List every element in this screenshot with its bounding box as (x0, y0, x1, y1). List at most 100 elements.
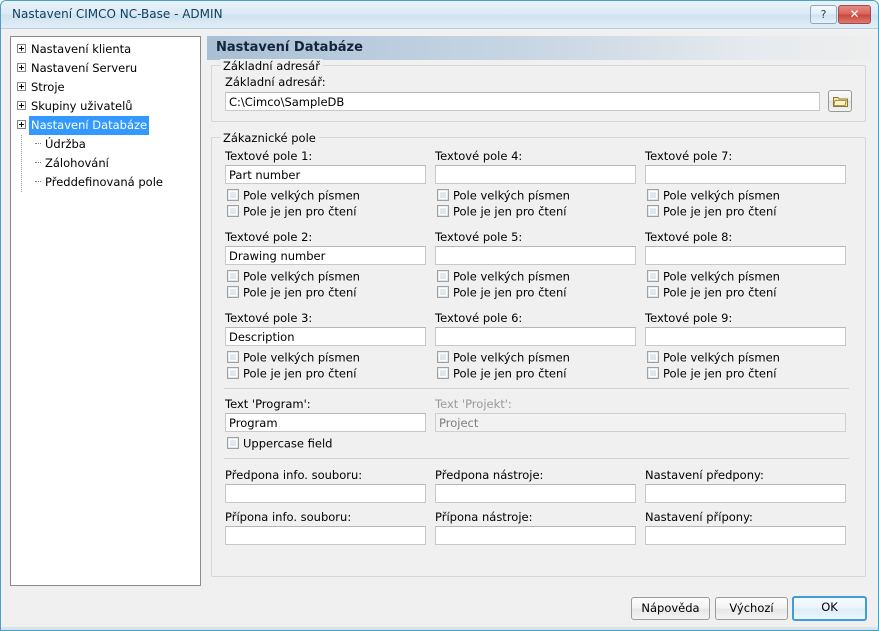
textfield-1-readonly-checkbox[interactable]: Pole je jen pro čtení (227, 204, 356, 219)
tree-item-label: Skupiny uživatelů (31, 99, 133, 113)
checkbox-icon[interactable] (227, 269, 239, 282)
setup-prefix-input[interactable] (645, 484, 846, 503)
textfield-8-uppercase-checkbox[interactable]: Pole velkých písmen (647, 269, 780, 284)
checkbox-icon[interactable] (647, 204, 659, 217)
tree-item-udrzba[interactable]: Údržba (25, 135, 200, 154)
tree-item-label: Údržba (45, 137, 86, 151)
textfield-4-readonly-checkbox[interactable]: Pole je jen pro čtení (437, 204, 566, 219)
textfield-4-input[interactable] (435, 165, 636, 184)
textfield-2-readonly-checkbox[interactable]: Pole je jen pro čtení (227, 285, 356, 300)
checkbox-icon[interactable] (437, 269, 449, 282)
browse-folder-button[interactable] (828, 90, 852, 112)
tree-item-skupiny-uzivatelu[interactable]: Skupiny uživatelů (11, 97, 200, 116)
textfield-9-label: Textové pole 9: (645, 311, 733, 325)
checkbox-icon[interactable] (437, 350, 449, 363)
checkbox-icon[interactable] (227, 285, 239, 298)
expand-icon[interactable] (17, 63, 26, 72)
help-footer-button[interactable]: Nápověda (631, 597, 710, 620)
setup-prefix-label: Nastavení předpony: (645, 468, 764, 482)
checkbox-icon[interactable] (227, 204, 239, 217)
textfield-3-readonly-checkbox[interactable]: Pole je jen pro čtení (227, 366, 356, 381)
textfield-4-label: Textové pole 4: (435, 149, 523, 163)
checkbox-label: Uppercase field (243, 436, 333, 451)
checkbox-icon[interactable] (437, 188, 449, 201)
setup-suffix-input[interactable] (645, 526, 846, 545)
textfield-1-uppercase-checkbox[interactable]: Pole velkých písmen (227, 188, 360, 203)
checkbox-label: Pole je jen pro čtení (453, 366, 567, 381)
textfield-2-uppercase-checkbox[interactable]: Pole velkých písmen (227, 269, 360, 284)
textfield-3-uppercase-checkbox[interactable]: Pole velkých písmen (227, 350, 360, 365)
ok-button[interactable]: OK (792, 596, 867, 621)
textfield-3-label: Textové pole 3: (225, 311, 313, 325)
default-button[interactable]: Výchozí (715, 597, 788, 620)
checkbox-icon[interactable] (647, 188, 659, 201)
textfield-5-uppercase-checkbox[interactable]: Pole velkých písmen (437, 269, 570, 284)
separator-2 (224, 458, 849, 459)
tree-item-label: Nastavení Serveru (31, 61, 138, 75)
textfield-9-readonly-checkbox[interactable]: Pole je jen pro čtení (647, 366, 776, 381)
checkbox-label: Pole velkých písmen (663, 188, 780, 203)
checkbox-icon[interactable] (227, 436, 239, 449)
expand-icon[interactable] (17, 82, 26, 91)
checkbox-icon[interactable] (647, 366, 659, 379)
checkbox-label: Pole velkých písmen (663, 269, 780, 284)
checkbox-icon[interactable] (227, 366, 239, 379)
checkbox-icon[interactable] (647, 350, 659, 363)
textfield-5-readonly-checkbox[interactable]: Pole je jen pro čtení (437, 285, 566, 300)
textfield-4-uppercase-checkbox[interactable]: Pole velkých písmen (437, 188, 570, 203)
checkbox-icon[interactable] (227, 350, 239, 363)
base-directory-input[interactable]: C:\Cimco\SampleDB (225, 92, 820, 111)
tree-item-stroje[interactable]: Stroje (11, 78, 200, 97)
checkbox-icon[interactable] (227, 188, 239, 201)
setup-suffix-label: Nastavení přípony: (645, 510, 753, 524)
settings-tree[interactable]: Nastavení klienta Nastavení Serveru Stro… (10, 36, 201, 586)
textfield-8-readonly-checkbox[interactable]: Pole je jen pro čtení (647, 285, 776, 300)
textfield-5-label: Textové pole 5: (435, 230, 523, 244)
textfield-1-input[interactable]: Part number (225, 165, 426, 184)
tree-item-nastaveni-klienta[interactable]: Nastavení klienta (11, 40, 200, 59)
checkbox-label: Pole je jen pro čtení (243, 285, 357, 300)
uppercase-field-checkbox[interactable]: Uppercase field (227, 436, 332, 451)
help-button[interactable]: ? (810, 5, 837, 24)
tree-item-nastaveni-serveru[interactable]: Nastavení Serveru (11, 59, 200, 78)
tree-item-label: Nastavení klienta (31, 42, 132, 56)
info-file-suffix-label: Přípona info. souboru: (225, 510, 352, 524)
expand-icon[interactable] (17, 44, 26, 53)
tool-prefix-input[interactable] (435, 484, 636, 503)
textfield-2-input[interactable]: Drawing number (225, 246, 426, 265)
textfield-9-input[interactable] (645, 327, 846, 346)
checkbox-icon[interactable] (437, 366, 449, 379)
checkbox-label: Pole je jen pro čtení (453, 204, 567, 219)
textfield-5-input[interactable] (435, 246, 636, 265)
textfield-7-uppercase-checkbox[interactable]: Pole velkých písmen (647, 188, 780, 203)
textfield-7-label: Textové pole 7: (645, 149, 733, 163)
checkbox-icon[interactable] (437, 285, 449, 298)
textfield-6-uppercase-checkbox[interactable]: Pole velkých písmen (437, 350, 570, 365)
textfield-3-input[interactable]: Description (225, 327, 426, 346)
textfield-9-uppercase-checkbox[interactable]: Pole velkých písmen (647, 350, 780, 365)
checkbox-icon[interactable] (647, 285, 659, 298)
textfield-7-readonly-checkbox[interactable]: Pole je jen pro čtení (647, 204, 776, 219)
tool-suffix-label: Přípona nástroje: (435, 510, 533, 524)
tool-suffix-input[interactable] (435, 526, 636, 545)
expand-icon[interactable] (17, 120, 26, 129)
tree-item-zalohovani[interactable]: Zálohování (25, 154, 200, 173)
textfield-7-input[interactable] (645, 165, 846, 184)
tree-item-preddefinovana-pole[interactable]: Předdefinovaná pole (25, 173, 200, 192)
checkbox-icon[interactable] (437, 204, 449, 217)
tree-leaf-icon (31, 139, 41, 148)
close-button[interactable]: ✕ (838, 5, 871, 24)
expand-icon[interactable] (17, 101, 26, 110)
checkbox-label: Pole velkých písmen (663, 350, 780, 365)
program-text-input[interactable]: Program (225, 413, 426, 432)
checkbox-label: Pole velkých písmen (453, 350, 570, 365)
checkbox-label: Pole velkých písmen (243, 269, 360, 284)
textfield-8-input[interactable] (645, 246, 846, 265)
info-file-prefix-input[interactable] (225, 484, 426, 503)
tree-item-nastaveni-databaze[interactable]: Nastavení Databáze (11, 116, 200, 135)
content-pane: Nastavení Databáze Základní adresář Zákl… (207, 36, 871, 586)
textfield-6-input[interactable] (435, 327, 636, 346)
textfield-6-readonly-checkbox[interactable]: Pole je jen pro čtení (437, 366, 566, 381)
info-file-suffix-input[interactable] (225, 526, 426, 545)
checkbox-icon[interactable] (647, 269, 659, 282)
